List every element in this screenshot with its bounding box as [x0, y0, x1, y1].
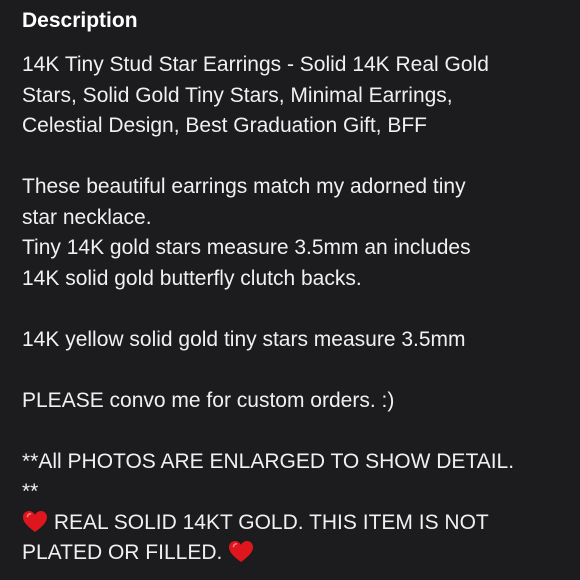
- title-line: Celestial Design, Best Graduation Gift, …: [22, 114, 427, 137]
- paragraph-line: These beautiful earrings match my adorne…: [22, 175, 466, 198]
- description-heading: Description: [22, 9, 138, 32]
- paragraph-line: star necklace.: [22, 205, 152, 229]
- photos-note-line: **All PHOTOS ARE ENLARGED TO SHOW DETAIL…: [22, 449, 515, 473]
- size-line: 14K yellow solid gold tiny stars measure…: [22, 327, 466, 351]
- paragraph-line: 14K solid gold butterfly clutch backs.: [22, 266, 362, 290]
- red-heart-icon: [22, 510, 48, 534]
- title-line: 14K Tiny Stud Star Earrings - Solid 14K …: [22, 53, 489, 76]
- paragraph-line: Tiny 14K gold stars measure 3.5mm an inc…: [22, 236, 471, 259]
- description-panel: Description 14K Tiny Stud Star Earrings …: [22, 6, 562, 569]
- gold-note-line: REAL SOLID 14KT GOLD. THIS ITEM IS NOT: [22, 508, 562, 539]
- description-body: 14K Tiny Stud Star Earrings - Solid 14K …: [22, 50, 562, 569]
- gold-note-text: REAL SOLID 14KT GOLD. THIS ITEM IS NOT: [53, 510, 489, 534]
- gold-note-text: PLATED OR FILLED.: [22, 541, 223, 564]
- red-heart-icon: [228, 540, 254, 564]
- title-line: Stars, Solid Gold Tiny Stars, Minimal Ea…: [22, 83, 453, 107]
- custom-orders-line: PLEASE convo me for custom orders. :): [22, 388, 395, 412]
- gold-note-line: PLATED OR FILLED.: [22, 538, 562, 569]
- photos-note-line: **: [22, 480, 39, 503]
